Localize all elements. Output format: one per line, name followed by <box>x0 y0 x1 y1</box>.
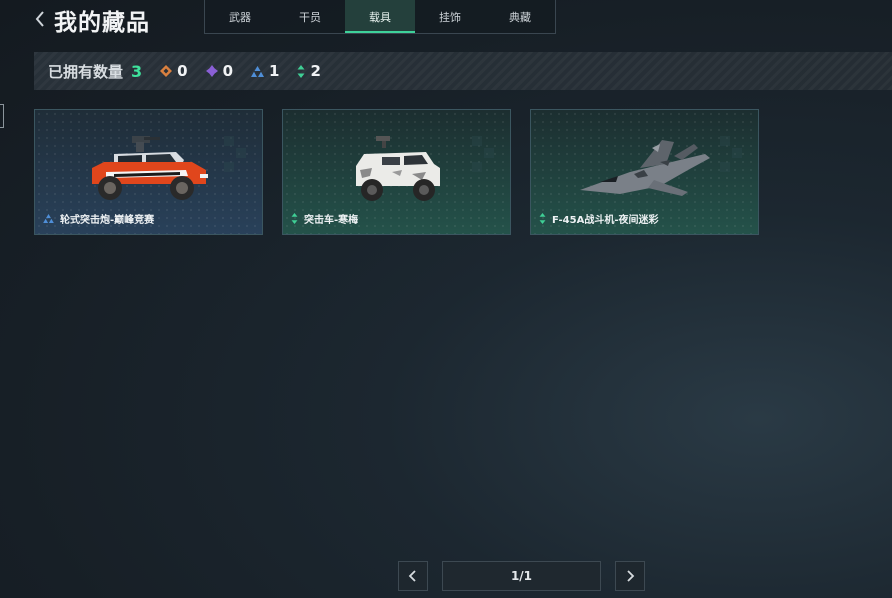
green-arrows-icon <box>539 213 546 224</box>
collection-card[interactable]: 突击车-寒梅 <box>282 109 511 235</box>
item-caption: F-45A战斗机-夜间迷彩 <box>539 211 658 226</box>
tab-weapons[interactable]: 武器 <box>205 0 275 33</box>
rarity-count-value: 0 <box>177 62 188 80</box>
tab-operators[interactable]: 干员 <box>275 0 345 33</box>
green-arrows-icon <box>291 213 298 224</box>
rarity-count-orange: 0 <box>160 62 188 80</box>
item-name: 突击车-寒梅 <box>304 215 359 226</box>
rarity-count-blue: 1 <box>251 62 279 80</box>
owned-count-label: 已拥有数量 <box>48 62 124 81</box>
blue-triangle-icon <box>43 214 54 223</box>
item-image <box>283 130 510 210</box>
rarity-count-green: 2 <box>297 62 321 80</box>
blue-triangle-icon <box>251 65 265 77</box>
page-title: 我的藏品 <box>54 10 150 36</box>
purple-diamond-icon <box>205 65 218 77</box>
rarity-count-value: 2 <box>310 62 321 80</box>
collection-card[interactable]: F-45A战斗机-夜间迷彩 <box>530 109 759 235</box>
orange-diamond-icon <box>160 65 173 77</box>
green-arrows-icon <box>297 64 305 78</box>
chevron-left-icon <box>408 570 416 582</box>
rarity-count-value: 0 <box>222 62 234 80</box>
item-name: 轮式突击炮-巅峰竞赛 <box>60 215 155 226</box>
item-image <box>35 130 262 210</box>
previous-page-button[interactable] <box>398 561 428 591</box>
next-page-button[interactable] <box>615 561 645 591</box>
chevron-right-icon <box>627 570 635 582</box>
tab-collection[interactable]: 典藏 <box>485 0 555 33</box>
rarity-count-value: 1 <box>269 62 280 80</box>
chevron-left-icon <box>35 11 44 27</box>
item-name: F-45A战斗机-夜间迷彩 <box>552 215 659 226</box>
category-tabs: 武器 干员 载具 挂饰 典藏 <box>204 0 556 34</box>
white-armored-car-image <box>355 136 440 201</box>
item-image <box>531 130 758 210</box>
item-caption: 轮式突击炮-巅峰竞赛 <box>43 211 154 226</box>
owned-count-total: 3 <box>131 61 143 81</box>
item-caption: 突击车-寒梅 <box>291 211 358 226</box>
collection-card[interactable]: 轮式突击炮-巅峰竞赛 <box>34 109 263 235</box>
tab-charms[interactable]: 挂饰 <box>415 0 485 33</box>
tab-vehicles[interactable]: 载具 <box>345 0 415 33</box>
ownership-stats-bar: 已拥有数量 3 0 0 1 2 <box>34 52 892 90</box>
orange-assault-vehicle-image <box>91 136 208 200</box>
camo-fighter-jet-image <box>579 140 710 196</box>
side-panel-handle[interactable] <box>0 104 4 128</box>
page-indicator: 1/1 <box>442 561 601 591</box>
back-button[interactable] <box>32 8 48 30</box>
rarity-count-purple: 0 <box>205 62 234 80</box>
